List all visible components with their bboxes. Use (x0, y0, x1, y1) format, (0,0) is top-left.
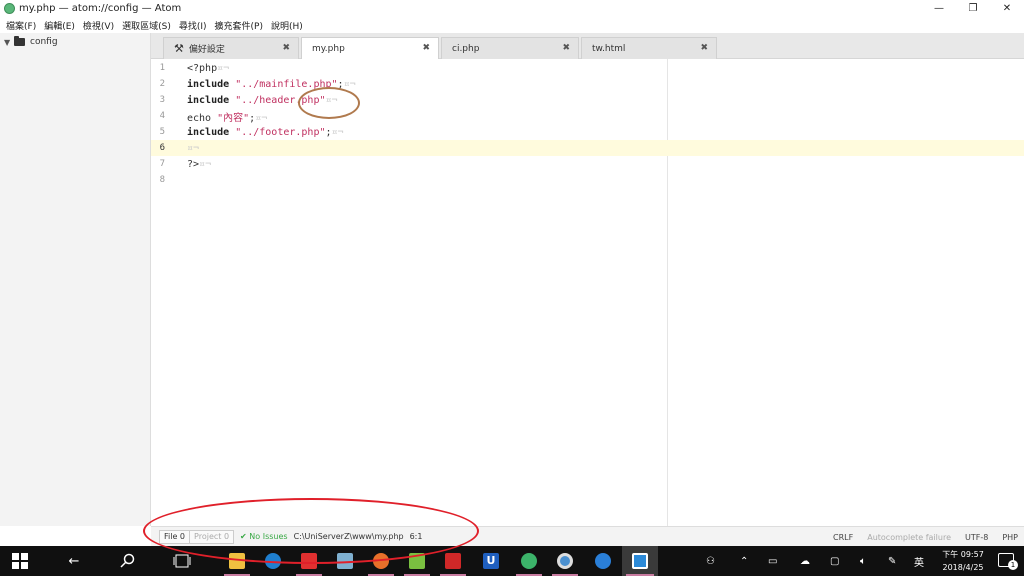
tab-label: 偏好設定 (188, 45, 225, 55)
search-icon[interactable] (110, 546, 146, 576)
menu-help[interactable]: 說明(H) (267, 19, 307, 32)
title-bar: my.php — atom://config — Atom — ❐ ✕ (0, 0, 1024, 17)
code-editor[interactable]: 1 <?php¤¬ 2 include "../mainfile.php";¤¬… (151, 59, 1024, 526)
code-text: ?>¤¬ (187, 158, 212, 170)
system-clock[interactable]: 下午 09:57 2018/4/25 (938, 548, 988, 574)
grammar[interactable]: PHP (1002, 533, 1018, 542)
back-arrow-icon[interactable]: ← (56, 546, 92, 576)
code-line[interactable]: 5 include "../footer.php";¤¬ (151, 124, 1024, 140)
code-line[interactable]: 7 ?>¤¬ (151, 156, 1024, 172)
encoding[interactable]: UTF-8 (965, 533, 988, 542)
clock-time: 下午 09:57 (942, 550, 984, 559)
tab-ci-php[interactable]: ci.php ✖ (441, 37, 579, 59)
onedrive-cloud-icon[interactable]: ☁ (800, 546, 810, 576)
line-number: 3 (159, 95, 165, 105)
edge-icon[interactable] (586, 546, 620, 576)
network-icon[interactable]: ▢ (830, 546, 839, 576)
menu-file[interactable]: 檔案(F) (2, 19, 40, 32)
atom-app-icon (4, 3, 15, 14)
volume-icon[interactable]: 🔈︎ (860, 546, 866, 576)
tab-label: my.php (312, 44, 345, 54)
pen-icon[interactable]: ✎ (888, 546, 896, 576)
restore-icon[interactable]: ❐ (956, 0, 990, 17)
close-icon[interactable]: ✖ (700, 43, 708, 53)
code-text: ¤¬ (187, 142, 200, 154)
code-line[interactable]: 8 (151, 172, 1024, 188)
chrome-icon[interactable] (548, 546, 582, 576)
code-text: echo "內容";¤¬ (187, 112, 268, 124)
close-icon[interactable]: ✖ (422, 43, 430, 53)
code-text: include "../footer.php";¤¬ (187, 126, 344, 138)
line-number: 7 (159, 159, 165, 169)
tab-my-php[interactable]: my.php ✖ (301, 37, 439, 60)
annotation-circle-statusbar (143, 498, 479, 564)
code-line[interactable]: 1 <?php¤¬ (151, 60, 1024, 76)
close-icon[interactable]: ✕ (990, 0, 1024, 17)
code-line[interactable]: 4 echo "內容";¤¬ (151, 108, 1024, 124)
line-number: 8 (159, 175, 165, 185)
green-app-icon[interactable] (512, 546, 546, 576)
code-text: <?php¤¬ (187, 62, 230, 74)
tab-tw-html[interactable]: tw.html ✖ (581, 37, 717, 59)
status-bar-right: CRLF Autocomplete failure UTF-8 PHP (819, 527, 1018, 547)
uniserver-icon[interactable]: U (474, 546, 508, 576)
tab-settings[interactable]: ⚒ 偏好設定 ✖ (163, 37, 299, 59)
clock-date: 2018/4/25 (942, 563, 984, 572)
tree-root-folder[interactable]: ▼ config (0, 33, 150, 51)
menu-selection[interactable]: 選取區域(S) (118, 19, 175, 32)
chevron-down-icon[interactable]: ▼ (4, 38, 14, 47)
ime-indicator[interactable]: 英 (914, 546, 924, 576)
line-number: 4 (159, 111, 165, 121)
folder-icon (14, 36, 25, 46)
atom-taskbar-icon[interactable] (622, 546, 658, 576)
menu-edit[interactable]: 編輯(E) (40, 19, 79, 32)
tree-view: ▼ config (0, 33, 151, 526)
menu-view[interactable]: 檢視(V) (79, 19, 118, 32)
people-icon[interactable]: ⚇ (706, 546, 715, 576)
annotation-circle-header (298, 87, 360, 119)
tree-root-label: config (30, 37, 58, 47)
code-line[interactable]: 3 include "../header.php"¤¬ (151, 92, 1024, 108)
tab-bar: ⚒ 偏好設定 ✖ my.php ✖ ci.php ✖ tw.html ✖ (151, 33, 1024, 60)
line-number: 6 (159, 143, 165, 153)
windows-start-icon[interactable] (0, 546, 40, 576)
window-title: my.php — atom://config — Atom (19, 3, 182, 14)
tab-label: tw.html (592, 43, 626, 54)
code-line-cursor[interactable]: 6 ¤¬ (151, 140, 1024, 156)
autocomplete-status[interactable]: Autocomplete failure (867, 533, 951, 542)
tab-label: ci.php (452, 43, 480, 54)
minimize-icon[interactable]: — (922, 0, 956, 17)
notification-count: 1 (1008, 560, 1018, 570)
taskbar: ← U ⚇ ⌃ ▭ ☁ ▢ 🔈︎ ✎ 英 下午 09:57 2018/4/25 … (0, 546, 1024, 576)
close-icon[interactable]: ✖ (282, 43, 290, 53)
menu-find[interactable]: 尋找(I) (175, 19, 211, 32)
tools-icon: ⚒ (174, 42, 184, 55)
line-number: 2 (159, 79, 165, 89)
line-number: 1 (159, 63, 165, 73)
battery-icon[interactable]: ▭ (768, 546, 777, 576)
menu-packages[interactable]: 擴充套件(P) (211, 19, 267, 32)
code-line[interactable]: 2 include "../mainfile.php";¤¬ (151, 76, 1024, 92)
menu-bar: 檔案(F) 編輯(E) 檢視(V) 選取區域(S) 尋找(I) 擴充套件(P) … (0, 17, 1024, 33)
line-ending[interactable]: CRLF (833, 533, 853, 542)
close-icon[interactable]: ✖ (562, 43, 570, 53)
chevron-up-icon[interactable]: ⌃ (740, 546, 748, 576)
line-number: 5 (159, 127, 165, 137)
window-controls: — ❐ ✕ (922, 0, 1024, 17)
